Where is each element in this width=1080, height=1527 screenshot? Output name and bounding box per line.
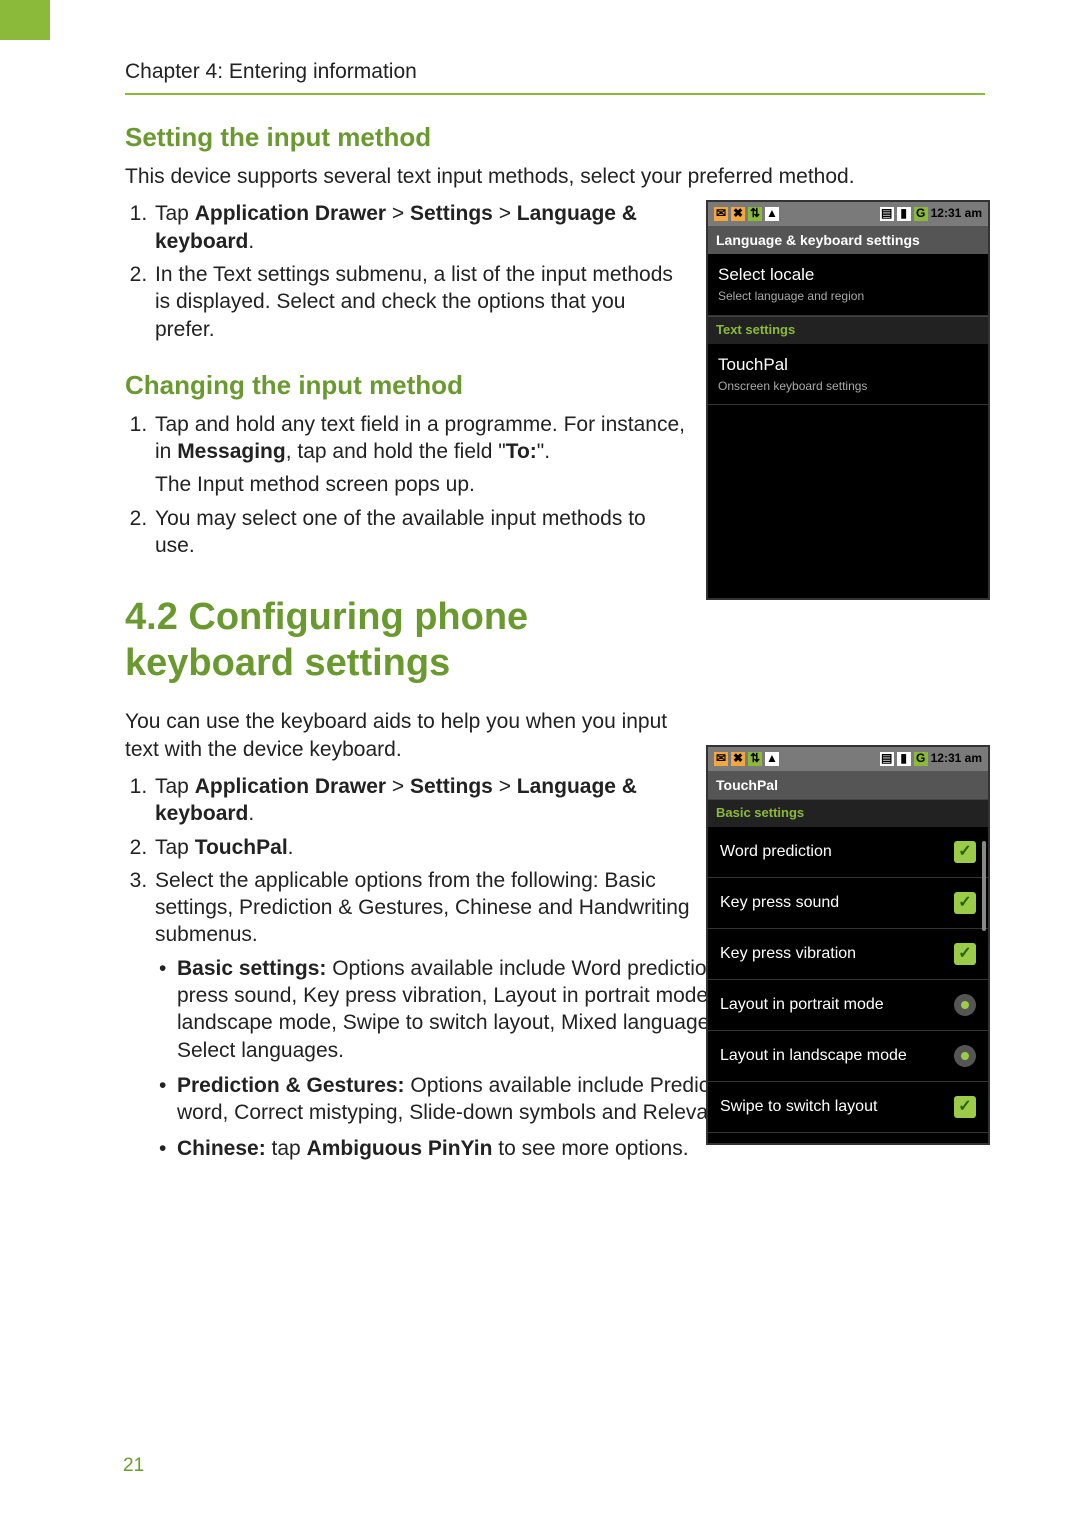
setting-steps-list: Tap Application Drawer > Settings > Lang…	[125, 200, 690, 342]
changing-steps-list: Tap and hold any text field in a program…	[125, 411, 690, 559]
signal-icon: ▮	[897, 752, 911, 766]
checkbox-icon[interactable]: ✓	[954, 892, 976, 914]
bullet-chinese: Chinese: tap Ambiguous PinYin to see mor…	[177, 1135, 737, 1162]
configuring-steps-list: Tap Application Drawer > Settings > Lang…	[125, 773, 690, 1162]
chapter-header: Chapter 4: Entering information	[125, 58, 985, 85]
setting-row-word-prediction[interactable]: Word prediction ✓	[708, 827, 988, 878]
heading-configuring-keyboard: 4.2 Configuring phone keyboard settings	[125, 595, 690, 686]
screen-title: TouchPal	[708, 771, 988, 799]
checkbox-icon[interactable]: ✓	[954, 943, 976, 965]
network-icon: G	[914, 752, 928, 766]
setting-row-layout-in-portrait-mode[interactable]: Layout in portrait mode	[708, 980, 988, 1031]
sync-icon: ⇅	[748, 207, 762, 221]
message-icon: ✖	[731, 752, 745, 766]
setting-row-label: Layout in portrait mode	[720, 995, 884, 1016]
configuring-step-2: Tap TouchPal.	[153, 834, 690, 861]
item-select-locale[interactable]: Select locale Select language and region	[708, 254, 988, 316]
screenshot-language-keyboard-settings: ✉ ✖ ⇅ ▲ ▤ ▮ G 12:31 am Language & keyboa…	[706, 200, 990, 600]
checkbox-icon[interactable]: ✓	[954, 841, 976, 863]
status-bar: ✉ ✖ ⇅ ▲ ▤ ▮ G 12:31 am	[708, 202, 988, 226]
setting-row-label: Swipe to switch layout	[720, 1097, 877, 1118]
message-icon: ✉	[714, 207, 728, 221]
battery-icon: ▤	[880, 207, 894, 221]
changing-step-1: Tap and hold any text field in a program…	[153, 411, 690, 499]
setting-row-layout-in-landscape-mode[interactable]: Layout in landscape mode	[708, 1031, 988, 1082]
setting-row-label: Key press sound	[720, 893, 839, 914]
configuring-intro: You can use the keyboard aids to help yo…	[125, 708, 690, 763]
status-time: 12:31 am	[931, 751, 982, 767]
screenshot-touchpal-settings: ✉ ✖ ⇅ ▲ ▤ ▮ G 12:31 am TouchPal Basic se…	[706, 745, 990, 1145]
warning-icon: ▲	[765, 207, 779, 221]
battery-icon: ▤	[880, 752, 894, 766]
setting-row-label: Layout in landscape mode	[720, 1046, 907, 1067]
setting-step-2: In the Text settings submenu, a list of …	[153, 261, 690, 343]
scrollbar[interactable]	[982, 841, 986, 931]
section-basic-settings: Basic settings	[708, 799, 988, 827]
setting-row-key-press-sound[interactable]: Key press sound ✓	[708, 878, 988, 929]
heading-setting-input-method: Setting the input method	[125, 121, 985, 155]
setting-row-swipe-to-switch-layout[interactable]: Swipe to switch layout ✓	[708, 1082, 988, 1133]
heading-changing-input-method: Changing the input method	[125, 369, 690, 403]
checkbox-icon[interactable]: ✓	[954, 1096, 976, 1118]
configuring-step-3: Select the applicable options from the f…	[153, 867, 690, 1162]
page-number: 21	[123, 1454, 144, 1479]
sync-icon: ⇅	[748, 752, 762, 766]
item-touchpal[interactable]: TouchPal Onscreen keyboard settings	[708, 344, 988, 406]
message-icon: ✉	[714, 752, 728, 766]
radio-selector-icon[interactable]	[954, 1045, 976, 1067]
setting-intro: This device supports several text input …	[125, 163, 895, 190]
warning-icon: ▲	[765, 752, 779, 766]
side-tab-marker	[0, 0, 50, 40]
network-icon: G	[914, 207, 928, 221]
screen-title: Language & keyboard settings	[708, 226, 988, 254]
status-bar: ✉ ✖ ⇅ ▲ ▤ ▮ G 12:31 am	[708, 747, 988, 771]
section-text-settings: Text settings	[708, 316, 988, 344]
setting-row-label: Word prediction	[720, 842, 832, 863]
radio-selector-icon[interactable]	[954, 994, 976, 1016]
setting-step-1: Tap Application Drawer > Settings > Lang…	[153, 200, 690, 255]
signal-icon: ▮	[897, 207, 911, 221]
setting-row-key-press-vibration[interactable]: Key press vibration ✓	[708, 929, 988, 980]
message-icon: ✖	[731, 207, 745, 221]
configuring-step-1: Tap Application Drawer > Settings > Lang…	[153, 773, 690, 828]
header-divider	[125, 93, 985, 95]
setting-row-label: Key press vibration	[720, 944, 856, 965]
status-time: 12:31 am	[931, 206, 982, 222]
changing-step-2: You may select one of the available inpu…	[153, 505, 690, 560]
